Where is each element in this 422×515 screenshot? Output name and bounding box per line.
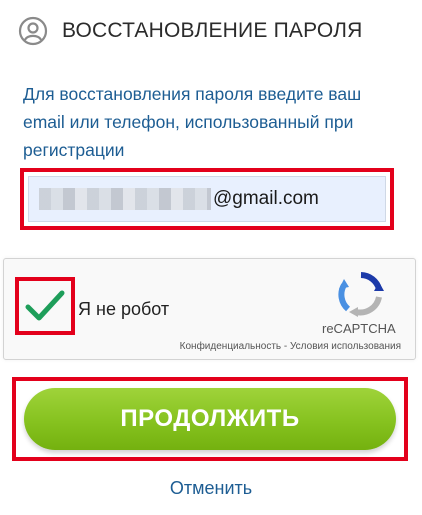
instruction-text: Для восстановления пароля введите ваш em… [23,84,362,160]
password-recovery-page: ВОССТАНОВЛЕНИЕ ПАРОЛЯ Для восстановления… [0,0,422,515]
email-field-value: @gmail.com [213,188,319,209]
terms-link[interactable]: Условия использования [290,341,401,352]
email-field-highlight: @gmail.com [20,168,394,230]
recaptcha-widget: Я не робот reCAPTCHA Конфиденциальность … [3,258,416,360]
email-field[interactable]: @gmail.com [28,176,386,222]
recaptcha-logo-icon [338,272,384,317]
continue-button-highlight: ПРОДОЛЖИТЬ [12,377,408,461]
user-circle-icon [18,16,48,46]
privacy-link[interactable]: Конфиденциальность [180,341,281,352]
recaptcha-brand: reCAPTCHA [322,321,396,336]
checkmark-icon [25,290,65,321]
redacted-email-prefix [39,188,211,210]
continue-button[interactable]: ПРОДОЛЖИТЬ [24,388,396,450]
links-separator: - [281,341,290,352]
header: ВОССТАНОВЛЕНИЕ ПАРОЛЯ [18,16,362,46]
recaptcha-links: Конфиденциальность - Условия использован… [180,341,401,352]
page-title: ВОССТАНОВЛЕНИЕ ПАРОЛЯ [62,19,363,42]
recaptcha-checkbox[interactable] [15,277,75,335]
recaptcha-label: Я не робот [78,299,170,319]
cancel-link[interactable]: Отменить [0,478,422,499]
